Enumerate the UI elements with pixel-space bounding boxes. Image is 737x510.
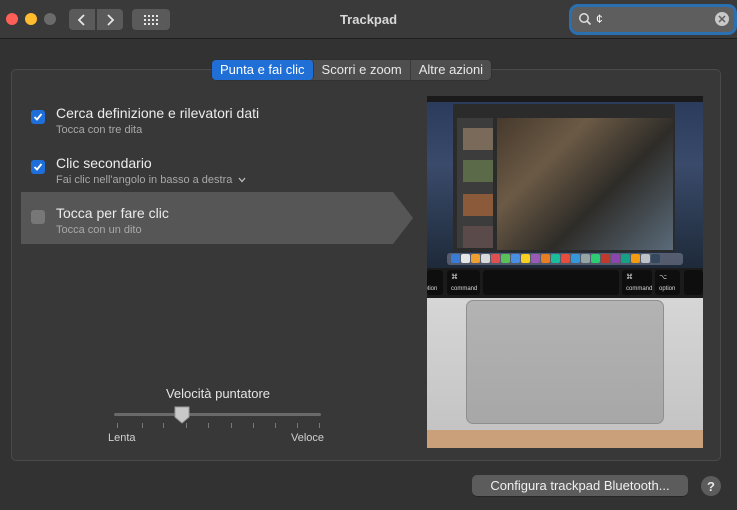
checkbox-tocca-per-fare-clic[interactable] [31,210,45,224]
tab-punta-e-fai-clic[interactable]: Punta e fai clic [212,60,314,80]
option-clic-secondario[interactable]: Clic secondario Fai clic nell'angolo in … [23,155,403,189]
slider-tick [319,423,320,428]
option-title: Tocca per fare clic [56,205,169,221]
preview-trackpad [466,300,664,424]
slider-tick [231,423,232,428]
speed-slider-thumb[interactable] [174,406,190,424]
tab-scorri-e-zoom[interactable]: Scorri e zoom [314,60,411,80]
key-option-left: option [427,270,443,295]
key-command-left: ⌘ command [447,270,480,295]
clear-search-button[interactable] [715,12,729,26]
preview-thumbnail [463,128,493,150]
slider-tick [163,423,164,428]
key-space [483,270,619,295]
preview-photo [497,118,673,250]
title-bar: Trackpad ¢ [0,0,737,39]
slider-tick [297,423,298,428]
slider-tick [117,423,118,428]
preview-thumbnail [463,160,493,182]
checkbox-cerca-definizione[interactable] [31,110,45,124]
chevron-down-icon [238,177,246,183]
option-subtitle: Tocca con un dito [56,224,142,236]
checkmark-icon [33,163,43,171]
option-title: Clic secondario [56,155,152,171]
option-title: Cerca definizione e rilevatori dati [56,105,260,121]
option-cerca-definizione[interactable]: Cerca definizione e rilevatori dati Tocc… [23,105,403,139]
slider-tick [208,423,209,428]
gesture-preview: option ⌘ command ⌘ command ⌥ option [427,96,703,448]
configure-bluetooth-trackpad-button[interactable]: Configura trackpad Bluetooth... [472,475,688,496]
preview-dock [447,253,683,265]
slider-tick [142,423,143,428]
checkmark-icon [33,113,43,121]
speed-min-label: Lenta [108,432,136,444]
speed-title: Velocità puntatore [165,386,271,401]
preview-screen [427,96,703,268]
preview-window [453,104,675,252]
option-subtitle: Fai clic nell'angolo in basso a destra [56,174,233,186]
option-tocca-per-fare-clic[interactable]: Tocca per fare clic Tocca con un dito [23,205,403,239]
search-input[interactable]: ¢ [596,12,603,26]
preview-thumbnail [463,194,493,216]
key-arrow [684,270,703,295]
preview-menubar [427,96,703,102]
preview-sidebar [457,118,493,248]
help-button[interactable]: ? [701,476,721,496]
tab-altre-azioni[interactable]: Altre azioni [411,60,491,80]
close-icon [718,15,726,23]
preview-keyboard: option ⌘ command ⌘ command ⌥ option [427,268,703,298]
secondary-click-dropdown[interactable]: Fai clic nell'angolo in basso a destra [56,174,246,186]
option-subtitle: Tocca con tre dita [56,124,143,136]
speed-max-label: Veloce [291,432,325,444]
preview-table [427,430,703,448]
search-field[interactable]: ¢ [572,7,734,32]
preview-thumbnail [463,226,493,248]
tab-bar: Punta e fai clic Scorri e zoom Altre azi… [212,60,492,80]
checkbox-clic-secondario[interactable] [31,160,45,174]
slider-tick [275,423,276,428]
key-command-right: ⌘ command [622,270,652,295]
key-option-right: ⌥ option [655,270,680,295]
search-icon [579,13,592,26]
slider-tick [253,423,254,428]
speed-slider[interactable] [114,413,321,416]
